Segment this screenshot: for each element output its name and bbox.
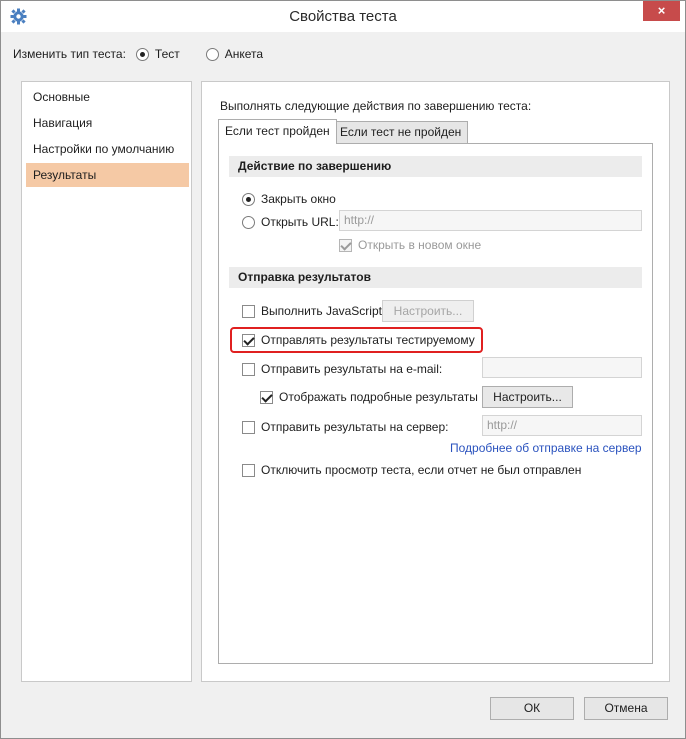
send-to-testee-option[interactable]: Отправлять результаты тестируемому: [242, 332, 475, 348]
open-url-option[interactable]: Открыть URL:: [242, 214, 339, 230]
window-title: Свойства теста: [289, 8, 397, 25]
checkbox[interactable]: [242, 362, 255, 376]
server-url-input[interactable]: http://: [482, 415, 642, 436]
send-email-option[interactable]: Отправить результаты на e-mail:: [242, 361, 442, 377]
checkbox: [339, 238, 352, 252]
run-js-option[interactable]: Выполнить JavaScript: [242, 303, 382, 319]
radio-button[interactable]: [135, 47, 149, 61]
cancel-button[interactable]: Отмена: [584, 697, 668, 720]
tab-failed[interactable]: Если тест не пройден: [333, 121, 469, 143]
run-js-label: Выполнить JavaScript: [261, 304, 382, 318]
test-type-row: Изменить тип теста: Тест Анкета: [13, 46, 289, 62]
checkbox[interactable]: [242, 304, 255, 318]
close-window-option[interactable]: Закрыть окно: [242, 191, 336, 207]
radio-button[interactable]: [205, 47, 219, 61]
server-info-link[interactable]: Подробнее об отправке на сервер: [450, 441, 642, 455]
section-results-header: Отправка результатов: [229, 267, 642, 288]
dialog-window: Свойства теста × Изменить тип теста: Тес…: [0, 0, 686, 739]
disable-view-label: Отключить просмотр теста, если отчет не …: [261, 463, 582, 477]
disable-view-option[interactable]: Отключить просмотр теста, если отчет не …: [242, 462, 581, 478]
test-type-radio-survey[interactable]: Анкета: [205, 47, 264, 61]
show-detailed-option[interactable]: Отображать подробные результаты: [260, 389, 478, 405]
sidebar-item-results[interactable]: Результаты: [26, 163, 189, 187]
radio-button[interactable]: [242, 192, 255, 206]
sidebar-item-main[interactable]: Основные: [26, 85, 189, 109]
test-type-label: Изменить тип теста:: [13, 47, 126, 61]
title-bar: Свойства теста ×: [1, 1, 685, 32]
radio-label: Анкета: [224, 47, 264, 61]
tab-passed[interactable]: Если тест пройден: [218, 119, 337, 144]
sidebar: Основные Навигация Настройки по умолчани…: [21, 81, 192, 682]
test-type-radio-test[interactable]: Тест: [135, 47, 180, 61]
sidebar-item-defaults[interactable]: Настройки по умолчанию: [26, 137, 189, 161]
checkbox[interactable]: [260, 390, 273, 404]
send-server-option[interactable]: Отправить результаты на сервер:: [242, 419, 448, 435]
url-input[interactable]: http://: [339, 210, 642, 231]
close-button[interactable]: ×: [643, 1, 680, 21]
open-new-window-option: Открыть в новом окне: [339, 237, 481, 253]
send-to-testee-label: Отправлять результаты тестируемому: [261, 333, 475, 347]
checkbox[interactable]: [242, 420, 255, 434]
checkbox[interactable]: [242, 333, 255, 347]
send-email-label: Отправить результаты на e-mail:: [261, 362, 443, 376]
panel-caption: Выполнять следующие действия по завершен…: [220, 99, 532, 113]
open-new-window-label: Открыть в новом окне: [358, 238, 482, 252]
radio-label: Тест: [154, 47, 180, 61]
checkbox[interactable]: [242, 463, 255, 477]
section-completion-header: Действие по завершению: [229, 156, 642, 177]
show-detailed-label: Отображать подробные результаты: [279, 390, 478, 404]
sidebar-item-navigation[interactable]: Навигация: [26, 111, 189, 135]
open-url-label: Открыть URL:: [261, 215, 339, 229]
configure-details-button[interactable]: Настроить...: [482, 386, 573, 408]
send-server-label: Отправить результаты на сервер:: [261, 420, 449, 434]
ok-button[interactable]: ОК: [490, 697, 574, 720]
email-input[interactable]: [482, 357, 642, 378]
configure-js-button[interactable]: Настроить...: [382, 300, 474, 322]
radio-button[interactable]: [242, 215, 255, 229]
close-window-label: Закрыть окно: [261, 192, 336, 206]
